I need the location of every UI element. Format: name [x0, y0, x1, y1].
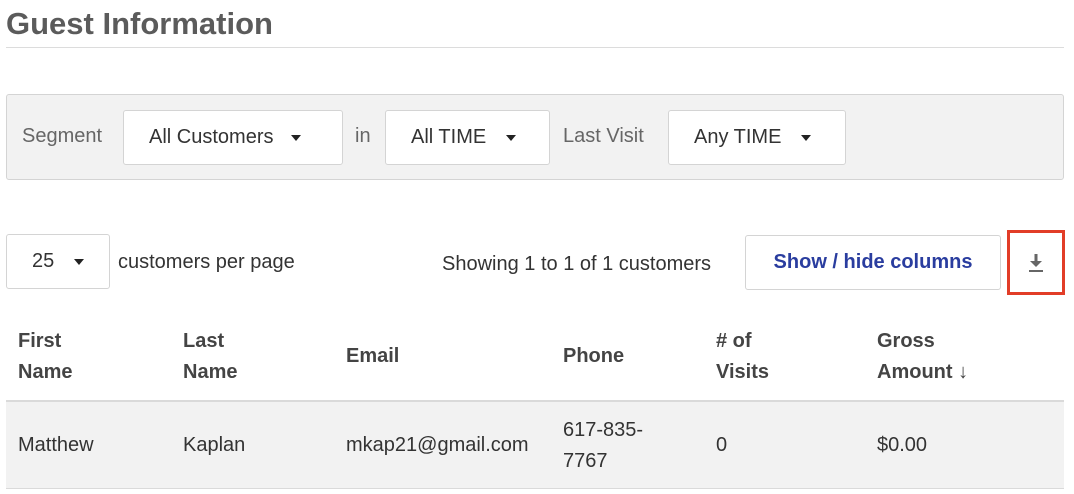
segment-value: All Customers	[149, 126, 274, 148]
header-line: Name	[183, 361, 238, 383]
header-line: Gross	[877, 330, 935, 352]
column-header-last-name[interactable]: Last Name	[183, 326, 237, 388]
header-line: Name	[18, 361, 73, 383]
column-header-email[interactable]: Email	[346, 341, 399, 372]
show-hide-columns-label: Show / hide columns	[773, 251, 973, 273]
phone-line: 7767	[563, 450, 608, 472]
column-header-gross-amount[interactable]: Gross Amount ↓	[877, 326, 968, 388]
cell-visits: 0	[716, 434, 728, 456]
per-page-value: 25	[32, 250, 55, 272]
page-title: Guest Information	[6, 6, 273, 41]
title-divider	[6, 47, 1064, 48]
header-line: Visits	[716, 361, 769, 383]
last-visit-dropdown[interactable]: Any TIME	[668, 110, 846, 165]
cell-gross-amount: $0.00	[877, 434, 928, 456]
chevron-down-icon	[291, 134, 302, 141]
header-line: Amount ↓	[877, 361, 969, 383]
phone-line: 617-835-	[563, 419, 644, 441]
column-header-first-name[interactable]: First Name	[18, 326, 72, 388]
cell-phone: 617-835- 7767	[563, 415, 643, 477]
column-header-phone[interactable]: Phone	[563, 341, 624, 372]
in-label: in	[355, 125, 371, 147]
chevron-down-icon	[74, 258, 85, 265]
cell-email: mkap21@gmail.com	[346, 434, 529, 456]
time-value: All TIME	[411, 126, 487, 148]
filter-bar: Segment All Customers in All TIME Last V…	[6, 94, 1064, 180]
segment-dropdown[interactable]: All Customers	[123, 110, 343, 165]
show-hide-columns-button[interactable]: Show / hide columns	[745, 235, 1001, 290]
last-visit-label: Last Visit	[563, 125, 644, 147]
header-line: # of	[716, 330, 752, 352]
row-divider	[6, 488, 1064, 489]
header-line: First	[18, 330, 62, 352]
time-dropdown[interactable]: All TIME	[385, 110, 550, 165]
chevron-down-icon	[801, 134, 812, 141]
per-page-label: customers per page	[118, 251, 295, 273]
download-icon	[1029, 253, 1043, 272]
chevron-down-icon	[506, 134, 517, 141]
last-visit-value: Any TIME	[694, 126, 782, 148]
column-header-visits[interactable]: # of Visits	[716, 326, 769, 388]
header-line: Last	[183, 330, 225, 352]
cell-first-name: Matthew	[18, 434, 94, 456]
showing-count: Showing 1 to 1 of 1 customers	[442, 253, 712, 275]
per-page-dropdown[interactable]: 25	[6, 234, 110, 289]
download-button[interactable]	[1007, 230, 1065, 295]
cell-last-name: Kaplan	[183, 434, 246, 456]
segment-label: Segment	[22, 125, 103, 147]
